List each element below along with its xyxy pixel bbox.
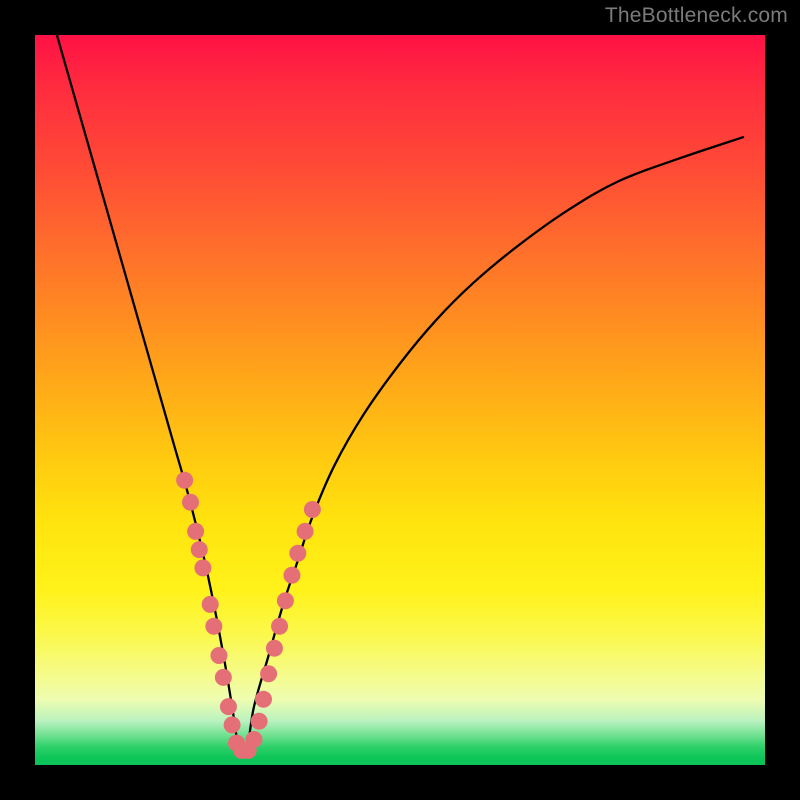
data-dot: [277, 592, 294, 609]
chart-frame: TheBottleneck.com: [0, 0, 800, 800]
data-dot: [266, 640, 283, 657]
data-dot: [182, 494, 199, 511]
data-dot: [260, 665, 277, 682]
data-dot: [191, 541, 208, 558]
data-dot: [220, 698, 237, 715]
data-dot: [255, 691, 272, 708]
data-dot: [224, 716, 241, 733]
data-dot: [176, 472, 193, 489]
watermark-text: TheBottleneck.com: [605, 4, 788, 28]
data-dot: [289, 545, 306, 562]
data-dot: [251, 713, 268, 730]
data-dot: [194, 559, 211, 576]
plot-area: [35, 35, 765, 765]
data-dot: [202, 596, 219, 613]
data-dot: [187, 523, 204, 540]
chart-svg: [35, 35, 765, 765]
data-dot: [304, 501, 321, 518]
bottleneck-curve: [57, 35, 743, 756]
data-dot: [297, 523, 314, 540]
data-dot: [283, 567, 300, 584]
data-dot: [246, 731, 263, 748]
data-dot: [215, 669, 232, 686]
dots-group: [176, 472, 321, 759]
data-dot: [271, 618, 288, 635]
data-dot: [210, 647, 227, 664]
data-dot: [205, 618, 222, 635]
